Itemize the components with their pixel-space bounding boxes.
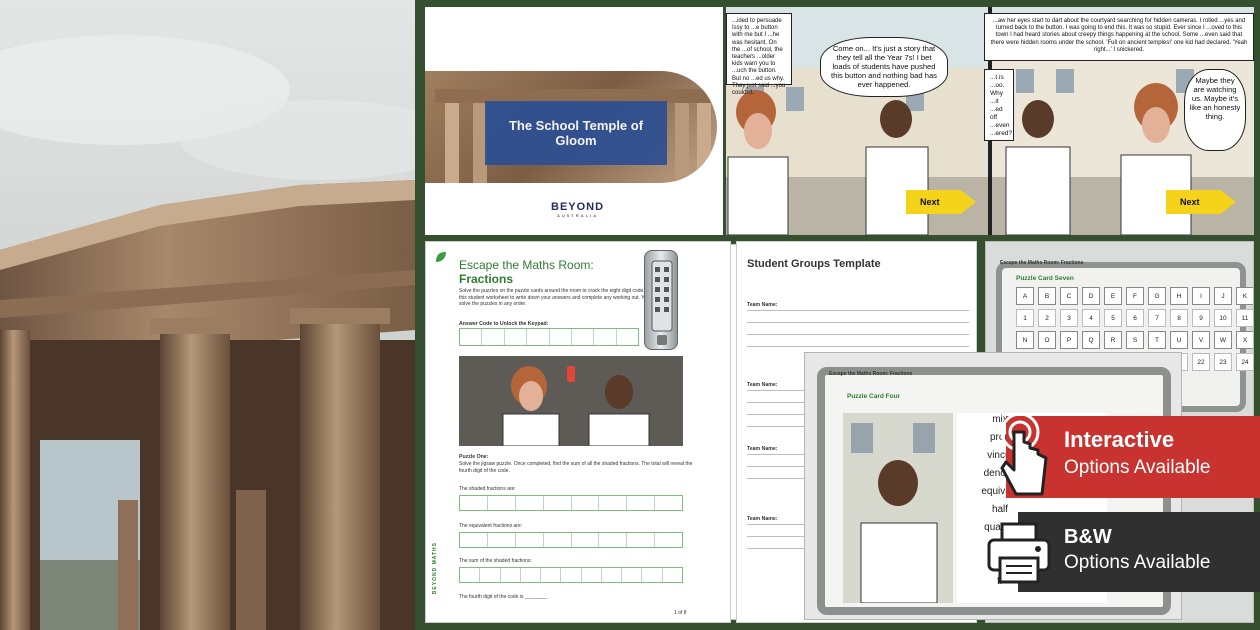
card7-title: Puzzle Card Seven [1016, 275, 1074, 282]
cipher-cell: 4 [1082, 309, 1100, 327]
cipher-cell: G [1148, 287, 1166, 305]
interactive-subtitle: Options Available [1064, 457, 1211, 478]
card7-header: Escape the Maths Room: Fractions [1000, 260, 1084, 266]
cipher-cell: 1 [1016, 309, 1034, 327]
worksheet-preview: Escape the Maths Room: Fractions Solve t… [425, 241, 731, 623]
cipher-cell: A [1016, 287, 1034, 305]
cipher-cell: P [1060, 331, 1078, 349]
bw-badge[interactable]: B&W Options Available [1018, 512, 1260, 592]
page-number: 1 of 8 [674, 610, 687, 616]
leaf-logo-icon [436, 252, 446, 262]
cipher-cell: 11 [1236, 309, 1253, 327]
speech-bubble-3: Maybe they are watching us. Maybe it's l… [1184, 69, 1246, 151]
speech-bubble-1: Come on... It's just a story that they t… [820, 37, 948, 97]
title-slide-preview: The School Temple of Gloom BEYOND AUSTRA… [425, 7, 723, 235]
cipher-cell: J [1214, 287, 1232, 305]
cipher-cell: 10 [1214, 309, 1232, 327]
card4-header: Escape the Maths Room: Fractions [829, 371, 913, 377]
beyond-logo: BEYOND AUSTRALIA [551, 201, 604, 218]
cipher-cell: R [1104, 331, 1122, 349]
equivalent-fractions-boxes[interactable] [459, 532, 683, 548]
team-name-label-3: Team Name: [747, 446, 778, 452]
comic-caption-left: ...ided to persuade Issy to ...e button … [726, 13, 792, 96]
printer-icon [987, 522, 1051, 584]
worksheet-title: Escape the Maths Room: Fractions [459, 258, 594, 286]
speech-bubble-2: ...t is ...oo. Why ...it ...ed off ...ev… [984, 69, 1014, 141]
promo-banner: The School Temple of Gloom BEYOND AUSTRA… [0, 0, 1260, 630]
side-logo: BEYOND MATHS [432, 542, 438, 595]
shaded-fractions-label: The shaded fractions are: [459, 486, 516, 492]
worksheet-title-line2: Fractions [459, 272, 514, 286]
fourth-digit-text: The fourth digit of the code is ________ [459, 594, 548, 600]
cipher-cell: 24 [1236, 353, 1253, 371]
shaded-fractions-boxes[interactable] [459, 495, 683, 511]
cipher-cell: F [1126, 287, 1144, 305]
cipher-cell: 8 [1170, 309, 1188, 327]
cipher-cell: Q [1082, 331, 1100, 349]
cipher-cell: H [1170, 287, 1188, 305]
cipher-cell: B [1038, 287, 1056, 305]
cipher-cell: N [1016, 331, 1034, 349]
comic-story-preview: ...ided to persuade Issy to ...e button … [726, 7, 1254, 235]
equivalent-fractions-label: The equivalent fractions are: [459, 523, 523, 529]
interactive-title: Interactive [1064, 427, 1175, 452]
temple-illustration [0, 0, 415, 630]
cipher-cell: T [1148, 331, 1166, 349]
cipher-cell: S [1126, 331, 1144, 349]
worksheet-intro: Solve the puzzles on the puzzle cards ar… [459, 288, 660, 307]
cipher-cell: W [1214, 331, 1232, 349]
boy-illustration [843, 413, 953, 603]
cipher-cell: 6 [1126, 309, 1144, 327]
touch-hand-icon [1000, 412, 1048, 496]
bw-subtitle: Options Available [1064, 552, 1211, 573]
cipher-cell: C [1060, 287, 1078, 305]
cipher-cell: V [1192, 331, 1210, 349]
cipher-cell: 7 [1148, 309, 1166, 327]
cipher-cell: K [1236, 287, 1253, 305]
team-name-label-2: Team Name: [747, 382, 778, 388]
title-box: The School Temple of Gloom [485, 101, 667, 165]
groups-title: Student Groups Template [747, 258, 881, 270]
logo-subtext: AUSTRALIA [556, 213, 599, 218]
slide-title: The School Temple of Gloom [508, 118, 644, 148]
comic-caption-right: ...aw her eyes start to dart about the c… [984, 13, 1254, 61]
keypad-lock-icon [644, 250, 678, 350]
cipher-cell: 23 [1214, 353, 1232, 371]
card4-title: Puzzle Card Four [847, 393, 901, 400]
cipher-cell: I [1192, 287, 1210, 305]
next-label-1: Next [920, 197, 940, 207]
cipher-cell: 22 [1192, 353, 1210, 371]
puzzle-one-text: Solve the jigsaw puzzle. Once completed,… [459, 461, 693, 474]
cipher-cell: X [1236, 331, 1253, 349]
team-name-label-1: Team Name: [747, 302, 778, 308]
logo-text: BEYOND [551, 201, 605, 213]
team-name-label-4: Team Name: [747, 516, 778, 522]
next-label-2: Next [1180, 197, 1200, 207]
sum-boxes[interactable] [459, 567, 683, 583]
cipher-cell: 9 [1192, 309, 1210, 327]
worksheet-title-line1: Escape the Maths Room: [459, 258, 594, 272]
cipher-cell: 3 [1060, 309, 1078, 327]
cipher-cell: E [1104, 287, 1122, 305]
temple-photo [0, 0, 415, 630]
puzzle-one-label: Puzzle One: [459, 454, 489, 460]
cipher-cell: O [1038, 331, 1056, 349]
answer-code-label: Answer Code to Unlock the Keypad: [459, 321, 549, 327]
answer-code-boxes[interactable] [459, 328, 639, 346]
cipher-cell: 2 [1038, 309, 1056, 327]
sum-label: The sum of the shaded fractions: [459, 558, 532, 564]
bw-title: B&W [1064, 526, 1112, 548]
cipher-cell: D [1082, 287, 1100, 305]
cipher-cell: 5 [1104, 309, 1122, 327]
cipher-cell: U [1170, 331, 1188, 349]
characters-illustration [459, 356, 683, 446]
